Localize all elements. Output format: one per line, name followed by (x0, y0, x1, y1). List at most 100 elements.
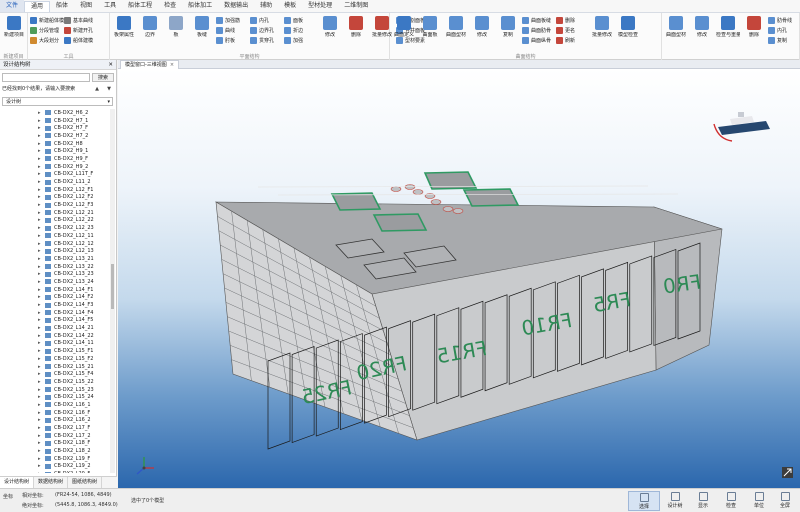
arrow-up-icon[interactable]: ▲ (92, 85, 102, 94)
tree-item[interactable]: ▸ CB-DX2_L12_23 (2, 224, 111, 232)
ribbon-small-button[interactable]: 新建开孔 (64, 26, 93, 35)
close-icon[interactable]: × (170, 61, 174, 69)
tree-item[interactable]: ▸ CB-DX2_H9_1 (2, 147, 111, 155)
expand-icon[interactable]: ▸ (38, 210, 43, 216)
tree-item[interactable]: ▸ CB-DX2_L11_2 (2, 178, 111, 186)
ribbon-button[interactable]: 曲面型材 (444, 16, 468, 46)
expand-icon[interactable]: ▸ (38, 410, 43, 416)
expand-icon[interactable]: ▸ (38, 179, 43, 185)
expand-icon[interactable]: ▸ (38, 264, 43, 270)
expand-icon[interactable]: ▸ (38, 256, 43, 262)
tree-item[interactable]: ▸ CB-DX2_L14_21 (2, 324, 111, 332)
expand-icon[interactable]: ▸ (38, 279, 43, 285)
ribbon-button[interactable]: 修改 (318, 16, 342, 46)
ribbon-small-button[interactable]: 曲面纵骨 (522, 36, 551, 45)
tree-item[interactable]: ▸ CB-DX2_L19_2 (2, 463, 111, 471)
status-button-0[interactable]: 选择 (628, 491, 660, 511)
tree-item[interactable]: ▸ CB-DX2_L15_F2 (2, 355, 111, 363)
expand-icon[interactable]: ▸ (38, 271, 43, 277)
ribbon-small-button[interactable]: 曲线 (216, 26, 235, 35)
status-button-4[interactable]: 单位 (746, 491, 772, 511)
expand-icon[interactable]: ▸ (38, 202, 43, 208)
expand-icon[interactable]: ▸ (38, 371, 43, 377)
tab-tree-0[interactable]: 设计结构树 (0, 477, 35, 488)
menu-item-7[interactable]: 船体加工 (182, 0, 218, 12)
expand-icon[interactable]: ▸ (38, 387, 43, 393)
ribbon-small-button[interactable]: 删除 (556, 16, 575, 25)
ribbon-button[interactable]: 曲面定义 (392, 16, 416, 46)
expand-icon[interactable]: ▸ (38, 248, 43, 254)
tree-item[interactable]: ▸ CB-DX2_L13_23 (2, 270, 111, 278)
menu-item-9[interactable]: 辅助 (254, 0, 278, 12)
tree-item[interactable]: ▸ CB-DX2_H9_2 (2, 163, 111, 171)
tree-item[interactable]: ▸ CB-DX2_H8 (2, 140, 111, 148)
tree-item[interactable]: ▸ CB-DX2_L16_2 (2, 417, 111, 425)
expand-icon[interactable]: ▸ (38, 317, 43, 323)
ribbon-small-button[interactable]: 肋骨线 (768, 16, 792, 25)
tree-item[interactable]: ▸ CB-DX2_L19_F (2, 455, 111, 463)
tree-item[interactable]: ▸ CB-DX2_L16_F (2, 409, 111, 417)
ribbon-small-button[interactable]: 更名 (556, 26, 575, 35)
3d-viewport[interactable]: FR0 FR5 FR10 FR15 FR20 FR25 (118, 69, 800, 488)
tree-item[interactable]: ▸ CB-DX2_L15_21 (2, 363, 111, 371)
expand-icon[interactable]: ▸ (38, 364, 43, 370)
status-button-5[interactable]: 全屏 (772, 491, 798, 511)
expand-icon[interactable]: ▸ (38, 417, 43, 423)
expand-icon[interactable]: ▸ (38, 156, 43, 162)
expand-icon[interactable]: ▸ (38, 187, 43, 193)
expand-icon[interactable]: ▸ (38, 118, 43, 124)
expand-icon[interactable]: ▸ (38, 164, 43, 170)
menu-item-2[interactable]: 船体 (50, 0, 74, 12)
tree-item[interactable]: ▸ CB-DX2_H7_F (2, 124, 111, 132)
ribbon-small-button[interactable]: 加强 (284, 36, 303, 45)
tab-tree-2[interactable]: 图纸结构树 (68, 477, 103, 488)
tree-item[interactable]: ▸ CB-DX2_L14_F3 (2, 301, 111, 309)
expand-icon[interactable]: ▸ (38, 348, 43, 354)
ribbon-button[interactable]: 修改 (690, 16, 714, 46)
menu-item-1[interactable]: 通用 (24, 0, 51, 12)
status-button-1[interactable]: 设计树 (662, 491, 688, 511)
search-button[interactable]: 搜索 (92, 73, 114, 82)
expand-icon[interactable]: ▸ (38, 463, 43, 469)
tree-item[interactable]: ▸ CB-DX2_L12_12 (2, 240, 111, 248)
tree-item[interactable]: ▸ CB-DX2_L12_F1 (2, 186, 111, 194)
expand-icon[interactable]: ▸ (38, 241, 43, 247)
ribbon-small-button[interactable]: 刷新 (556, 36, 575, 45)
tree-item[interactable]: ▸ CB-DX2_L20_F (2, 470, 111, 473)
menu-item-6[interactable]: 检查 (158, 0, 182, 12)
expand-icon[interactable]: ▸ (38, 433, 43, 439)
expand-icon[interactable]: ▸ (38, 302, 43, 308)
tree-item[interactable]: ▸ CB-DX2_H7_1 (2, 117, 111, 125)
ribbon-button[interactable]: 批量修改 (590, 16, 614, 46)
tree-item[interactable]: ▸ CB-DX2_L14_F2 (2, 294, 111, 302)
expand-icon[interactable]: ▸ (38, 456, 43, 462)
tree-item[interactable]: ▸ CB-DX2_L16_1 (2, 401, 111, 409)
tree-item[interactable]: ▸ CB-DX2_L13_22 (2, 263, 111, 271)
expand-icon[interactable]: ▸ (38, 340, 43, 346)
expand-icon[interactable]: ▸ (38, 133, 43, 139)
expand-icon[interactable]: ▸ (38, 356, 43, 362)
menu-item-12[interactable]: 二维制图 (338, 0, 374, 12)
ribbon-button[interactable]: 复制 (496, 16, 520, 46)
ribbon-button[interactable]: 删除 (344, 16, 368, 46)
ribbon-small-button[interactable]: 分段管理 (30, 26, 59, 35)
ribbon-button[interactable]: 板架属性 (112, 16, 136, 46)
tree-item[interactable]: ▸ CB-DX2_L12_21 (2, 209, 111, 217)
ribbon-small-button[interactable]: 船体建模 (64, 36, 93, 45)
tree-item[interactable]: ▸ CB-DX2_L14_F5 (2, 317, 111, 325)
tree-item[interactable]: ▸ CB-DX2_H7_2 (2, 132, 111, 140)
tree-item[interactable]: ▸ CB-DX2_L14_11 (2, 340, 111, 348)
tree-item[interactable]: ▸ CB-DX2_H6_2 (2, 109, 111, 117)
tree-item[interactable]: ▸ CB-DX2_L15_22 (2, 378, 111, 386)
tree-item[interactable]: ▸ CB-DX2_L11T_F (2, 171, 111, 179)
menu-item-3[interactable]: 视图 (74, 0, 98, 12)
menu-item-11[interactable]: 型材处理 (302, 0, 338, 12)
ribbon-button[interactable]: 检查与重量 (716, 16, 740, 46)
tree-item[interactable]: ▸ CB-DX2_L12_22 (2, 217, 111, 225)
menu-item-5[interactable]: 船体工程 (122, 0, 158, 12)
expand-icon[interactable]: ▸ (38, 294, 43, 300)
expand-icon[interactable]: ▸ (38, 325, 43, 331)
ribbon-button[interactable]: 修改 (470, 16, 494, 46)
ribbon-small-button[interactable]: 曲面板缝 (522, 16, 551, 25)
fullscreen-icon[interactable] (782, 467, 793, 478)
